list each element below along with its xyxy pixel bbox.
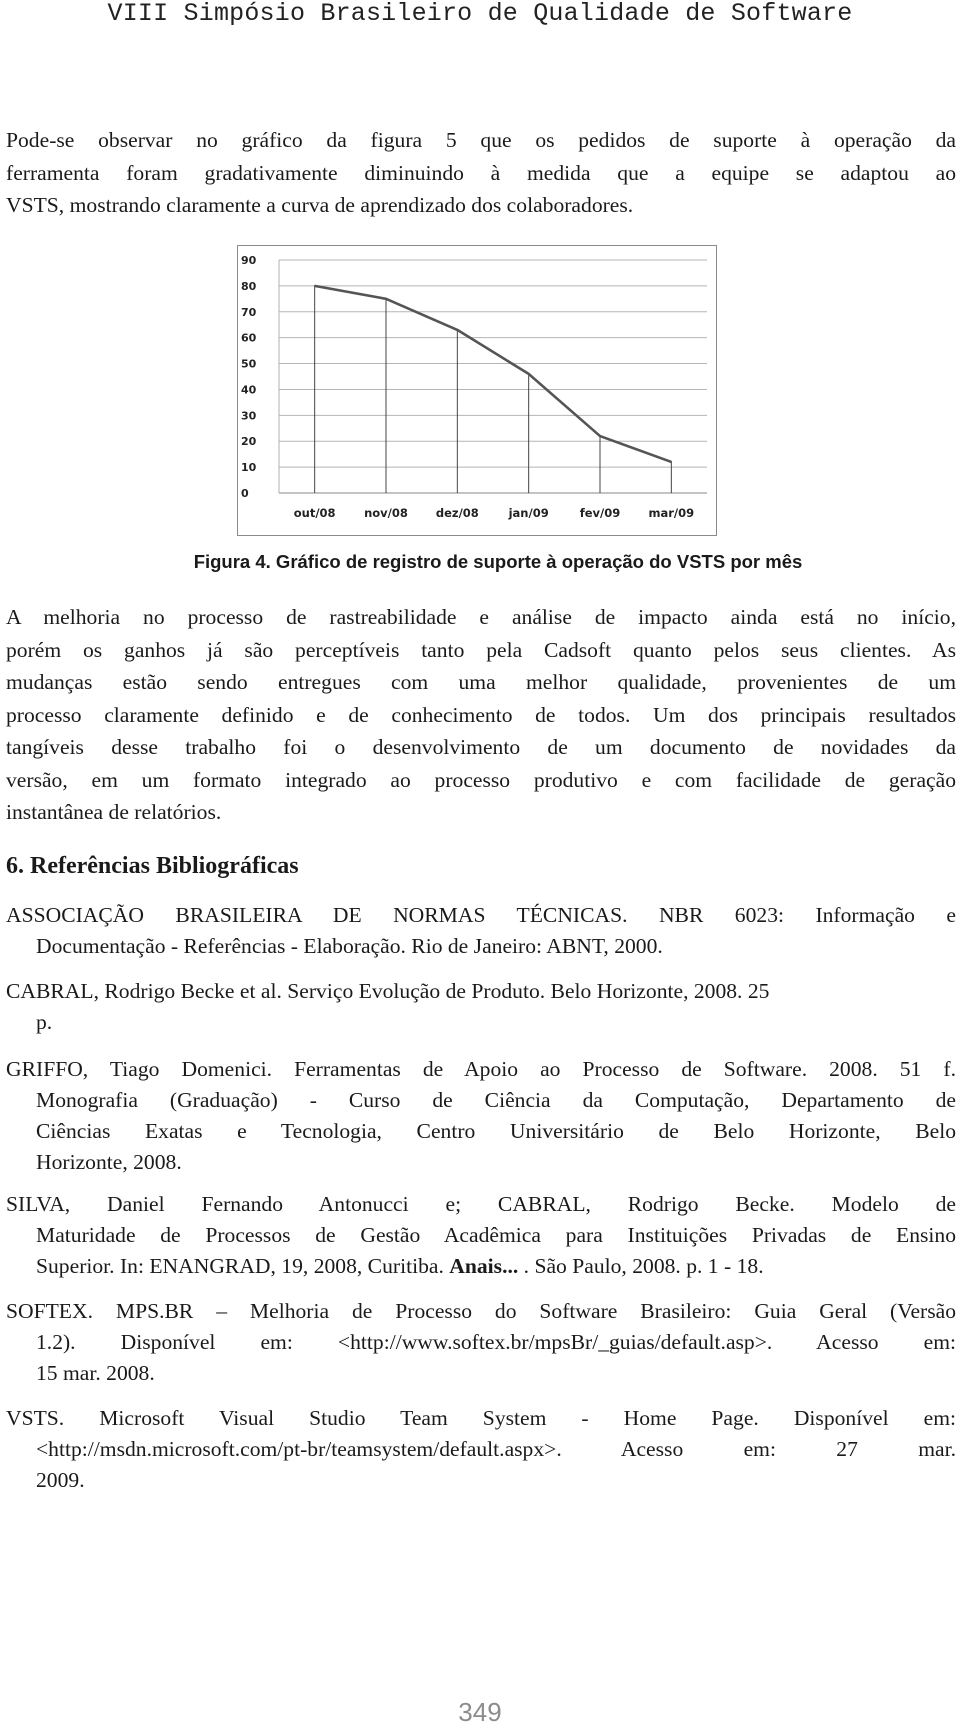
paragraph-line: VSTS, mostrando claramente a curva de ap… <box>6 193 634 217</box>
x-axis-tick-labels: out/08 nov/08 dez/08 jan/09 fev/09 mar/09 <box>294 506 694 520</box>
paragraph-line: tangíveis desse trabalho foi o desenvolv… <box>6 735 956 759</box>
reference-line: GRIFFO, Tiago Domenici. Ferramentas de A… <box>6 1057 956 1081</box>
x-tick-label: out/08 <box>294 506 336 520</box>
y-tick-label: 20 <box>241 435 257 448</box>
reference-line: ASSOCIAÇÃO BRASILEIRA DE NORMAS TÉCNICAS… <box>6 903 956 927</box>
reference-line: SOFTEX. MPS.BR – Melhoria de Processo do… <box>6 1299 956 1323</box>
page-number: 349 <box>458 1697 502 1727</box>
reference-line: Horizonte, 2008. <box>36 1150 182 1174</box>
reference-entry: VSTS. Microsoft Visual Studio Team Syste… <box>6 1403 956 1496</box>
y-axis-tick-labels: 0 10 20 30 40 50 60 70 80 90 <box>241 254 257 500</box>
support-requests-chart: 0 10 20 30 40 50 60 70 80 90 out/08 nov/08 dez/08 ja… <box>241 254 707 520</box>
y-tick-label: 0 <box>241 487 249 500</box>
y-tick-label: 40 <box>241 383 257 396</box>
reference-line: Maturidade de Processos de Gestão Acadêm… <box>36 1223 956 1247</box>
data-point <box>670 461 673 463</box>
x-tick-label: dez/08 <box>436 506 479 520</box>
data-point <box>385 298 387 300</box>
x-tick-label: nov/08 <box>364 506 408 520</box>
reference-line: Superior. In: ENANGRAD, 19, 2008, Curiti… <box>6 1251 956 1282</box>
running-head: VIII Simpósio Brasileiro de Qualidade de… <box>107 0 853 28</box>
section-title: 6. Referências Bibliográficas <box>6 853 299 879</box>
y-tick-label: 30 <box>241 409 257 422</box>
y-tick-label: 90 <box>241 254 257 267</box>
data-point <box>527 373 530 375</box>
series-line <box>314 284 672 464</box>
y-tick-label: 60 <box>241 332 257 345</box>
paragraph-line: versão, em um formato integrado ao proce… <box>6 767 956 792</box>
paragraph-line: A melhoria no processo de rastreabilidad… <box>6 605 956 629</box>
reference-text: . São Paulo, 2008. p. 1 - 18. <box>518 1254 764 1278</box>
reference-entry: CABRAL, Rodrigo Becke et al. Serviço Evo… <box>6 976 956 1038</box>
reference-line: CABRAL, Rodrigo Becke et al. Serviço Evo… <box>6 979 770 1003</box>
data-point <box>313 285 316 287</box>
x-tick-label: jan/09 <box>508 506 549 520</box>
reference-line: 1.2). Disponível em: <http://www.softex.… <box>36 1330 956 1354</box>
grid-lines <box>278 259 707 494</box>
reference-line: 2009. <box>36 1468 85 1492</box>
reference-entry: GRIFFO, Tiago Domenici. Ferramentas de A… <box>6 1054 956 1178</box>
reference-line: <http://msdn.microsoft.com/pt-br/teamsys… <box>36 1437 956 1461</box>
body-paragraph: A melhoria no processo de rastreabilidad… <box>6 601 956 829</box>
paragraph-line: porém os ganhos já são perceptíveis tant… <box>6 637 956 662</box>
reference-line: p. <box>36 1010 53 1034</box>
reference-bold-title: Anais... <box>449 1254 519 1278</box>
reference-entry: ASSOCIAÇÃO BRASILEIRA DE NORMAS TÉCNICAS… <box>6 900 956 962</box>
y-tick-label: 70 <box>241 306 257 319</box>
reference-line: Documentação - Referências - Elaboração.… <box>36 934 663 958</box>
y-tick-label: 80 <box>241 280 257 293</box>
reference-line: 15 mar. 2008. <box>36 1361 155 1385</box>
reference-entry: SILVA, Daniel Fernando Antonucci e; CABR… <box>6 1189 956 1282</box>
reference-entry: SOFTEX. MPS.BR – Melhoria de Processo do… <box>6 1296 956 1389</box>
paragraph-line: Pode-se observar no gráfico da figura 5 … <box>6 128 956 152</box>
data-point <box>599 435 601 437</box>
paragraph-line: mudanças estão sendo entregues com uma m… <box>6 670 956 694</box>
y-tick-label: 10 <box>241 461 257 474</box>
reference-text: Superior. In: ENANGRAD, 19, 2008, Curiti… <box>36 1254 450 1278</box>
intro-paragraph: Pode-se observar no gráfico da figura 5 … <box>6 124 956 222</box>
paragraph-line: ferramenta foram gradativamente diminuin… <box>6 160 956 185</box>
x-tick-label: mar/09 <box>649 506 695 520</box>
figure-caption: Figura 4. Gráfico de registro de suporte… <box>193 551 803 572</box>
paragraph-line: instantânea de relatórios. <box>6 800 222 824</box>
reference-line: VSTS. Microsoft Visual Studio Team Syste… <box>6 1406 956 1430</box>
paragraph-line: processo claramente definido e de conhec… <box>6 702 956 727</box>
x-tick-label: fev/09 <box>580 506 621 520</box>
reference-line: Ciências Exatas e Tecnologia, Centro Uni… <box>36 1119 956 1143</box>
data-point <box>456 329 459 331</box>
y-tick-label: 50 <box>241 358 257 371</box>
reference-line: SILVA, Daniel Fernando Antonucci e; CABR… <box>6 1192 956 1216</box>
reference-line: Monografia (Graduação) - Curso de Ciênci… <box>36 1088 956 1112</box>
